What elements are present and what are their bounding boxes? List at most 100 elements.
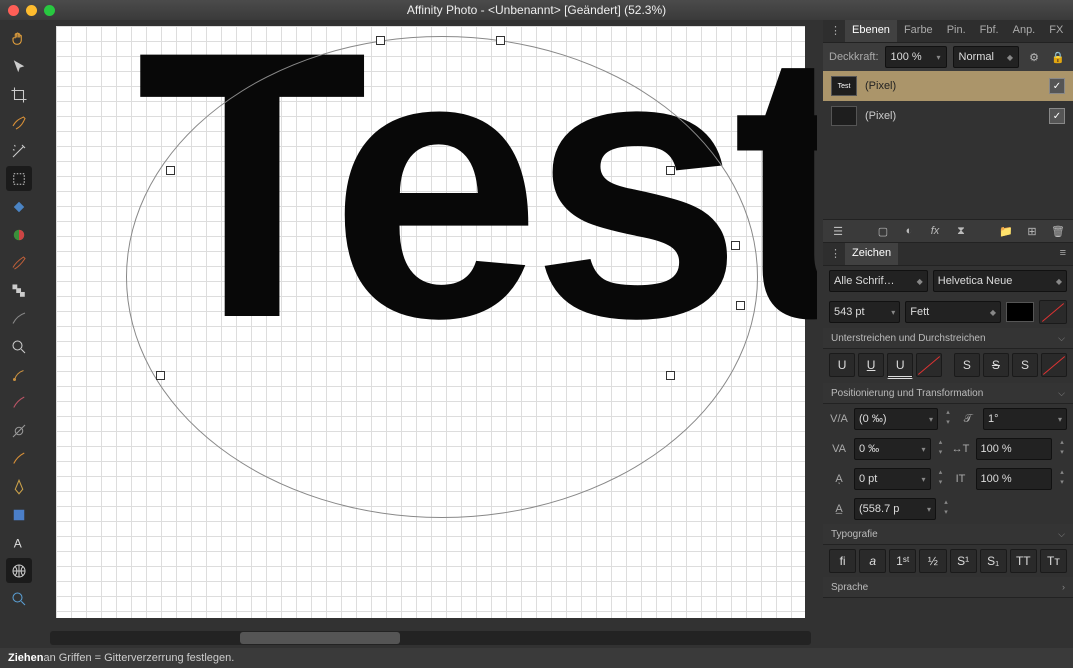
layers-icon[interactable]: ☰ xyxy=(829,222,847,240)
step-down[interactable]: ▾ xyxy=(941,509,951,519)
mask-icon[interactable]: ▢ xyxy=(874,222,892,240)
clone-tool[interactable] xyxy=(6,390,32,415)
step-up[interactable]: ▴ xyxy=(936,469,946,479)
smudge-tool[interactable] xyxy=(6,446,32,471)
shear-field[interactable]: 1°▾ xyxy=(983,408,1067,430)
step-up[interactable]: ▴ xyxy=(943,409,953,419)
strike-1[interactable]: S xyxy=(954,353,980,377)
gear-icon[interactable]: ⚙ xyxy=(1025,48,1043,66)
step-down[interactable]: ▾ xyxy=(936,449,946,459)
trash-icon[interactable]: 🗑 xyxy=(1049,222,1067,240)
step-down[interactable]: ▾ xyxy=(1057,479,1067,489)
step-up[interactable]: ▴ xyxy=(936,439,946,449)
vscale-field[interactable]: 100 % xyxy=(976,468,1053,490)
marquee-tool[interactable] xyxy=(6,166,32,191)
flood-fill-tool[interactable] xyxy=(6,194,32,219)
tracking-field[interactable]: 0 ‰▾ xyxy=(854,438,931,460)
horizontal-scrollbar[interactable] xyxy=(50,631,811,645)
underline-3[interactable]: U xyxy=(887,353,913,379)
maximize-window-button[interactable] xyxy=(44,5,55,16)
move-tool[interactable] xyxy=(6,54,32,79)
add-layer-icon[interactable]: ⊞ xyxy=(1023,222,1041,240)
step-up[interactable]: ▴ xyxy=(1057,439,1067,449)
adjustment-icon[interactable]: ◐ xyxy=(900,222,918,240)
font-collection-drop[interactable]: Alle Schrif…◆ xyxy=(829,270,928,292)
warp-handle[interactable] xyxy=(666,166,675,175)
tab-color[interactable]: Farbe xyxy=(897,20,940,42)
typo-ligature[interactable]: fi xyxy=(829,549,856,573)
baseline-field[interactable]: 0 pt▾ xyxy=(854,468,931,490)
font-weight-drop[interactable]: Fett◆ xyxy=(905,301,1001,323)
text-color-swatch[interactable] xyxy=(1006,302,1034,322)
rectangle-tool[interactable] xyxy=(6,502,32,527)
opacity-value[interactable]: 100 %▾ xyxy=(885,46,947,68)
tab-brushes[interactable]: Pin. xyxy=(940,20,973,42)
tab-character[interactable]: Zeichen xyxy=(845,243,898,265)
underline-1[interactable]: U xyxy=(829,353,855,377)
document-canvas[interactable]: Test xyxy=(44,26,817,628)
hscale-field[interactable]: 100 % xyxy=(976,438,1053,460)
merge-icon[interactable]: ⧗ xyxy=(952,222,970,240)
section-language[interactable]: Sprache› xyxy=(823,577,1073,598)
warp-handle[interactable] xyxy=(736,301,745,310)
tab-layers[interactable]: Ebenen xyxy=(845,20,897,42)
text-tool[interactable]: A xyxy=(6,530,32,555)
warp-handle[interactable] xyxy=(496,36,505,45)
section-underline[interactable]: Unterstreichen und Durchstreichen⌵ xyxy=(823,328,1073,349)
color-replace-tool[interactable] xyxy=(6,306,32,331)
step-down[interactable]: ▾ xyxy=(1057,449,1067,459)
typo-caps[interactable]: TT xyxy=(1010,549,1037,573)
zoom-blur-tool[interactable] xyxy=(6,334,32,359)
strike-none[interactable] xyxy=(1041,353,1067,377)
tab-drag-handle[interactable]: ⋮ xyxy=(823,243,845,265)
wand-tool[interactable] xyxy=(6,138,32,163)
section-typography[interactable]: Typografie⌵ xyxy=(823,524,1073,545)
folder-icon[interactable]: 📁 xyxy=(997,222,1015,240)
typo-fraction[interactable]: ½ xyxy=(919,549,946,573)
pen-tool[interactable] xyxy=(6,474,32,499)
paint-brush-tool[interactable] xyxy=(6,250,32,275)
underline-none[interactable] xyxy=(916,353,942,377)
fx-icon[interactable]: fx xyxy=(926,222,944,240)
underline-2[interactable]: U xyxy=(858,353,884,377)
step-up[interactable]: ▴ xyxy=(941,499,951,509)
pixel-tool[interactable] xyxy=(6,278,32,303)
inpainting-tool[interactable] xyxy=(6,362,32,387)
font-family-drop[interactable]: Helvetica Neue◆ xyxy=(933,270,1067,292)
typo-smallcaps[interactable]: Tᴛ xyxy=(1040,549,1067,573)
view-tool[interactable] xyxy=(6,586,32,611)
warp-handle[interactable] xyxy=(156,371,165,380)
crop-tool[interactable] xyxy=(6,82,32,107)
step-up[interactable]: ▴ xyxy=(1057,469,1067,479)
close-window-button[interactable] xyxy=(8,5,19,16)
layer-visible-checkbox[interactable]: ✓ xyxy=(1049,108,1065,124)
typo-ordinal[interactable]: 1ˢᵗ xyxy=(889,549,916,573)
tab-drag-handle[interactable]: ⋮ xyxy=(823,20,845,42)
leading-field[interactable]: (558.7 p▾ xyxy=(854,498,936,520)
step-down[interactable]: ▾ xyxy=(936,479,946,489)
tab-fx[interactable]: FX xyxy=(1042,20,1070,42)
strike-3[interactable]: S xyxy=(1012,353,1038,377)
warp-handle[interactable] xyxy=(666,371,675,380)
kerning-field[interactable]: (0 ‰)▾ xyxy=(854,408,938,430)
tab-adjust[interactable]: Anp. xyxy=(1006,20,1043,42)
section-positioning[interactable]: Positionierung und Transformation⌵ xyxy=(823,383,1073,404)
warp-handle[interactable] xyxy=(376,36,385,45)
panel-menu-icon[interactable]: ≡ xyxy=(1053,243,1073,265)
typo-superscript[interactable]: S¹ xyxy=(950,549,977,573)
typo-alt[interactable]: a xyxy=(859,549,886,573)
brush-select-tool[interactable] xyxy=(6,110,32,135)
strike-2[interactable]: S xyxy=(983,353,1009,377)
text-bg-none[interactable] xyxy=(1039,300,1067,324)
layer-row[interactable]: Test (Pixel) ✓ xyxy=(823,71,1073,101)
layer-visible-checkbox[interactable]: ✓ xyxy=(1049,78,1065,94)
blend-mode[interactable]: Normal◆ xyxy=(953,46,1019,68)
layer-row[interactable]: (Pixel) ✓ xyxy=(823,101,1073,131)
typo-subscript[interactable]: S₁ xyxy=(980,549,1007,573)
warp-handle[interactable] xyxy=(166,166,175,175)
dodge-tool[interactable] xyxy=(6,418,32,443)
tab-fbf[interactable]: Fbf. xyxy=(973,20,1006,42)
mesh-warp-tool[interactable] xyxy=(6,558,32,583)
hand-tool[interactable] xyxy=(6,26,32,51)
warp-handle[interactable] xyxy=(731,241,740,250)
